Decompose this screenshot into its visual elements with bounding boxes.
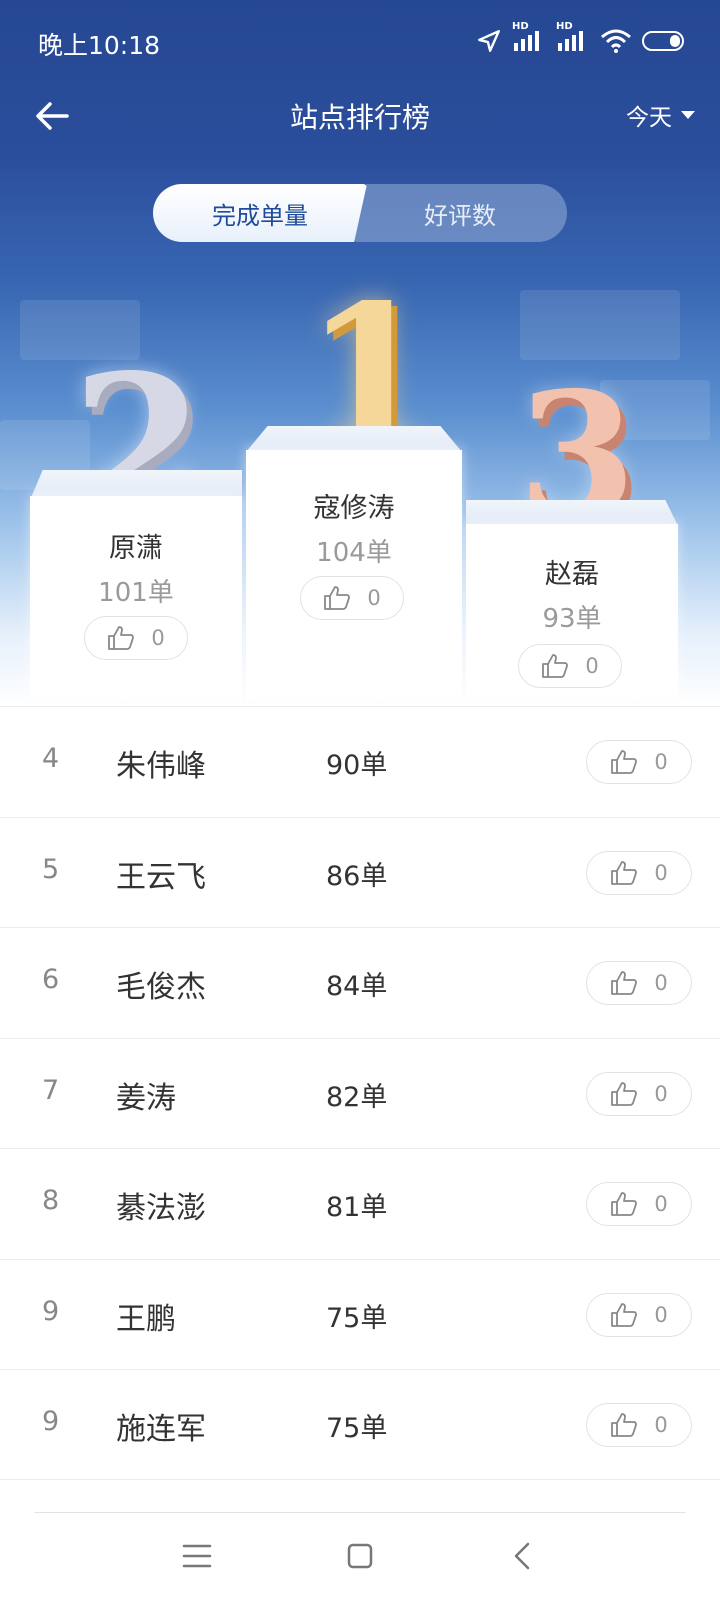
home-button[interactable] bbox=[336, 1532, 384, 1580]
period-label: 今天 bbox=[626, 105, 672, 131]
row-count: 90单 bbox=[326, 750, 388, 781]
decor-light-panel bbox=[520, 290, 680, 360]
list-item: 9 施连军 75单 0 bbox=[0, 1369, 720, 1480]
wifi-icon bbox=[601, 29, 631, 53]
podium-second: 2 原潇 101单 0 bbox=[30, 350, 242, 700]
row-rank: 8 bbox=[42, 1185, 60, 1216]
chevron-left-icon bbox=[514, 1542, 530, 1570]
row-rank: 6 bbox=[42, 964, 60, 995]
list-item: 8 綦法澎 81单 0 bbox=[0, 1148, 720, 1259]
recent-apps-button[interactable] bbox=[173, 1532, 221, 1580]
nav-divider bbox=[34, 1512, 686, 1513]
thumbs-up-icon bbox=[611, 1081, 638, 1106]
list-item: 9 王鹏 75单 0 bbox=[0, 1258, 720, 1370]
thumbs-up-icon bbox=[324, 586, 351, 610]
square-icon bbox=[347, 1543, 373, 1569]
like-count: 0 bbox=[654, 1192, 668, 1216]
like-count: 0 bbox=[151, 626, 165, 650]
row-name: 毛俊杰 bbox=[116, 970, 206, 1005]
podium-first: 1 寇修涛 104单 0 bbox=[246, 280, 462, 700]
podium-top-face bbox=[246, 426, 462, 452]
podium-top-face bbox=[466, 500, 678, 526]
status-icons: HD HD bbox=[476, 21, 686, 58]
row-rank: 7 bbox=[42, 1074, 60, 1106]
podium-name: 寇修涛 bbox=[313, 493, 395, 524]
podium-count: 93单 bbox=[542, 604, 602, 634]
row-rank: 5 bbox=[42, 853, 60, 885]
row-count: 81单 bbox=[326, 1192, 388, 1223]
caret-down-icon bbox=[681, 111, 695, 119]
thumbs-up-icon bbox=[611, 971, 638, 995]
battery-icon bbox=[642, 31, 684, 51]
like-button[interactable]: 0 bbox=[586, 740, 692, 784]
like-button[interactable]: 0 bbox=[586, 850, 692, 895]
list-item: 6 毛俊杰 84单 0 bbox=[0, 927, 720, 1038]
status-bar: 晚上10:18 HD HD bbox=[0, 0, 720, 84]
back-nav-button[interactable] bbox=[498, 1532, 546, 1580]
like-button[interactable]: 0 bbox=[300, 576, 404, 620]
row-name: 王云飞 bbox=[116, 859, 206, 895]
thumbs-up-icon bbox=[542, 654, 569, 678]
like-count: 0 bbox=[654, 860, 668, 885]
podium-count: 104单 bbox=[316, 538, 392, 568]
row-count: 84单 bbox=[326, 971, 388, 1002]
ranking-list: 4 朱伟峰 90单 0 5 王云飞 86单 0 6 毛俊杰 84单 0 7 姜涛… bbox=[0, 706, 720, 1480]
hd-label: HD bbox=[556, 21, 573, 32]
like-button[interactable]: 0 bbox=[586, 1292, 692, 1337]
like-count: 0 bbox=[585, 654, 599, 678]
signal-icon-1: HD bbox=[512, 21, 546, 53]
list-item: 5 王云飞 86单 0 bbox=[0, 816, 720, 928]
like-button[interactable]: 0 bbox=[586, 1403, 692, 1447]
podium-third: 3 赵磊 93单 0 bbox=[466, 370, 678, 700]
ranking-tabs: 好评数 完成单量 bbox=[153, 184, 567, 242]
like-button[interactable]: 0 bbox=[84, 616, 188, 660]
row-rank: 9 bbox=[42, 1295, 60, 1327]
tab-good-reviews[interactable]: 好评数 bbox=[353, 184, 567, 242]
thumbs-up-icon bbox=[108, 626, 135, 650]
like-count: 0 bbox=[654, 971, 668, 995]
like-count: 0 bbox=[654, 1302, 668, 1327]
status-time: 晚上10:18 bbox=[38, 31, 161, 60]
tab-completed-orders[interactable]: 完成单量 bbox=[153, 184, 367, 242]
thumbs-up-icon bbox=[611, 1413, 638, 1437]
row-name: 綦法澎 bbox=[116, 1191, 206, 1226]
system-navigation-bar bbox=[0, 1512, 720, 1600]
row-name: 施连军 bbox=[116, 1412, 206, 1447]
hd-label: HD bbox=[512, 21, 529, 32]
signal-icon-2: HD bbox=[556, 21, 590, 53]
period-dropdown[interactable]: 今天 bbox=[626, 98, 696, 132]
like-button[interactable]: 0 bbox=[518, 644, 622, 688]
thumbs-up-icon bbox=[611, 860, 638, 885]
like-count: 0 bbox=[654, 1081, 668, 1106]
thumbs-up-icon bbox=[611, 750, 638, 774]
menu-icon bbox=[182, 1544, 212, 1568]
like-button[interactable]: 0 bbox=[586, 961, 692, 1005]
row-name: 朱伟峰 bbox=[116, 749, 206, 784]
row-count: 82单 bbox=[326, 1081, 388, 1113]
list-item: 4 朱伟峰 90单 0 bbox=[0, 706, 720, 817]
thumbs-up-icon bbox=[611, 1192, 638, 1216]
podium-name: 赵磊 bbox=[545, 559, 599, 590]
thumbs-up-icon bbox=[611, 1302, 638, 1327]
like-count: 0 bbox=[367, 586, 381, 610]
like-count: 0 bbox=[654, 1413, 668, 1437]
podium-count: 101单 bbox=[98, 578, 174, 608]
like-count: 0 bbox=[654, 750, 668, 774]
row-rank: 9 bbox=[42, 1406, 60, 1437]
podium-name: 原潇 bbox=[109, 533, 163, 564]
row-name: 王鹏 bbox=[116, 1301, 176, 1337]
row-count: 86单 bbox=[326, 860, 388, 892]
like-button[interactable]: 0 bbox=[586, 1071, 692, 1116]
row-count: 75单 bbox=[326, 1302, 388, 1334]
list-item: 7 姜涛 82单 0 bbox=[0, 1037, 720, 1149]
location-arrow-icon bbox=[478, 30, 500, 52]
header: 站点排行榜 今天 bbox=[0, 84, 720, 146]
row-name: 姜涛 bbox=[116, 1080, 176, 1116]
page-title: 站点排行榜 bbox=[289, 101, 430, 134]
row-rank: 4 bbox=[42, 743, 60, 774]
row-count: 75单 bbox=[326, 1413, 388, 1444]
like-button[interactable]: 0 bbox=[586, 1182, 692, 1226]
